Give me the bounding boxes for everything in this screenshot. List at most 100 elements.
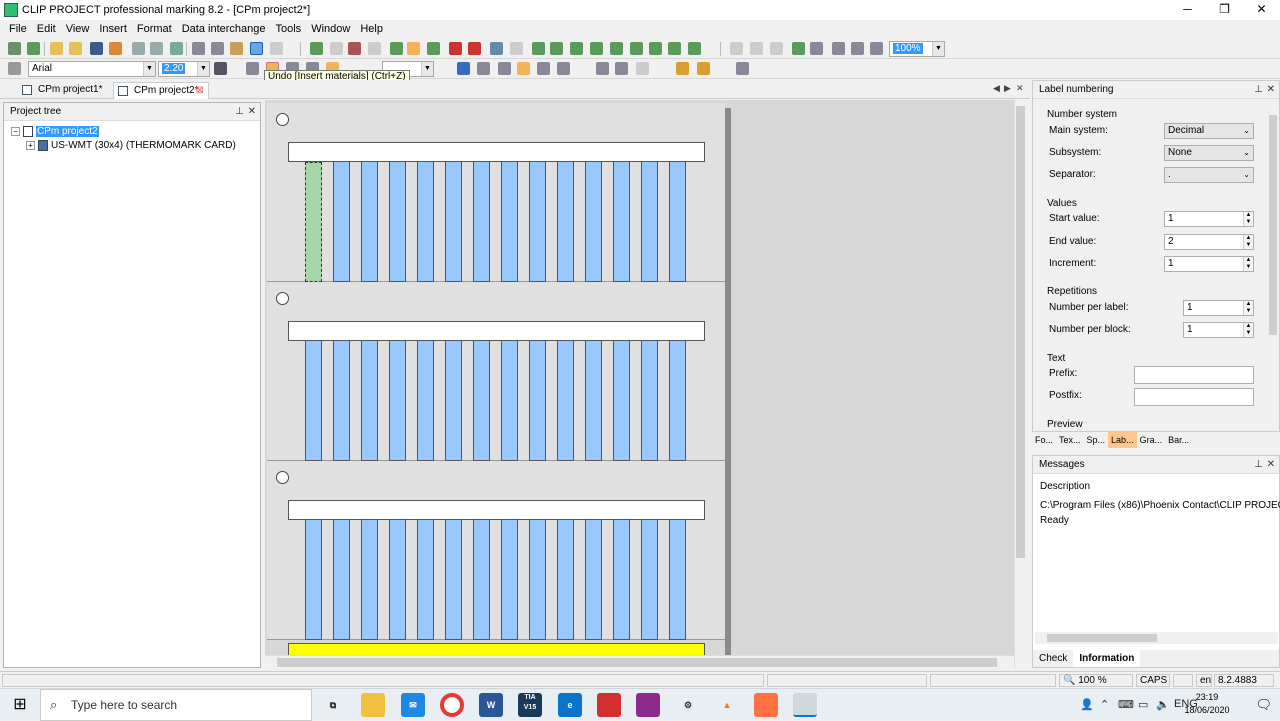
plot-icon[interactable]: [132, 42, 145, 55]
task-view-icon[interactable]: ⧉: [321, 693, 345, 717]
marker-strip[interactable]: [669, 341, 686, 461]
tia-portal-icon[interactable]: TIA V15: [518, 693, 542, 717]
marker-strip[interactable]: [333, 520, 350, 640]
end-value-input[interactable]: 2 ▲ ▼: [1164, 234, 1254, 250]
numbering-icon[interactable]: [407, 42, 420, 55]
tab-check[interactable]: Check: [1033, 650, 1073, 667]
font-size-select[interactable]: 2.20 ▼: [158, 61, 210, 77]
network-icon[interactable]: ⌨: [1118, 698, 1134, 711]
marker-strip[interactable]: [669, 520, 686, 640]
tool5-icon[interactable]: [688, 42, 701, 55]
spinner-icon[interactable]: ▲ ▼: [1243, 235, 1253, 249]
collapse-icon[interactable]: −: [11, 126, 20, 136]
marker-strip[interactable]: [333, 162, 350, 282]
insert-material-icon[interactable]: [310, 42, 323, 55]
new-card-icon[interactable]: [27, 42, 40, 55]
taskbar-search[interactable]: ⌕ Type here to search: [40, 689, 312, 721]
grid2-icon[interactable]: [750, 42, 763, 55]
separator-select[interactable]: . ⌄: [1164, 167, 1254, 183]
pin-icon[interactable]: ⊥: [235, 103, 244, 121]
marking-card[interactable]: [267, 461, 725, 640]
marker-strip[interactable]: [473, 162, 490, 282]
palette-icon[interactable]: [697, 62, 710, 75]
menu-file[interactable]: File: [4, 23, 32, 35]
marker-strip[interactable]: [501, 520, 518, 640]
grid3-icon[interactable]: [770, 42, 783, 55]
marking-card[interactable]: [267, 103, 725, 282]
tab-cpm-project2[interactable]: CPm project2* ⊠: [113, 82, 209, 99]
marker-strip[interactable]: [305, 341, 322, 461]
spinner-icon[interactable]: ▲ ▼: [1243, 212, 1253, 226]
paste-icon[interactable]: [230, 42, 243, 55]
zoom-out-icon[interactable]: [851, 42, 864, 55]
tab-cpm-project1[interactable]: CPm project1*: [18, 82, 110, 99]
numbering-tool-icon[interactable]: [517, 62, 530, 75]
close-icon[interactable]: ✕: [1267, 456, 1275, 474]
refresh-icon[interactable]: [390, 42, 403, 55]
marker-strip[interactable]: [501, 162, 518, 282]
rotate-text-icon[interactable]: [477, 62, 490, 75]
marker-strip[interactable]: [445, 162, 462, 282]
close-icon[interactable]: ✕: [1267, 81, 1275, 99]
settings-icon[interactable]: [676, 62, 689, 75]
cut-icon[interactable]: [192, 42, 205, 55]
tool4-icon[interactable]: [668, 42, 681, 55]
menu-tools[interactable]: Tools: [271, 23, 307, 35]
layout2-icon[interactable]: [550, 42, 563, 55]
marker-strip[interactable]: [613, 520, 630, 640]
marker-strip[interactable]: [389, 341, 406, 461]
spinner-icon[interactable]: ▲ ▼: [1243, 301, 1253, 315]
print-icon[interactable]: [109, 42, 122, 55]
tab-label-numbering[interactable]: Lab...: [1108, 432, 1137, 448]
prefix-input[interactable]: [1134, 366, 1254, 384]
marker-strip[interactable]: [557, 341, 574, 461]
menu-data-interchange[interactable]: Data interchange: [177, 23, 271, 35]
clip-project-icon[interactable]: [793, 693, 817, 717]
menu-help[interactable]: Help: [355, 23, 388, 35]
marker-strip[interactable]: [473, 341, 490, 461]
delete-all-icon[interactable]: [468, 42, 481, 55]
check-icon[interactable]: [170, 42, 183, 55]
marker-strip[interactable]: [557, 520, 574, 640]
tool1-icon[interactable]: [610, 42, 623, 55]
main-system-select[interactable]: Decimal ⌄: [1164, 123, 1254, 139]
marker-strip[interactable]: [641, 162, 658, 282]
tree-root[interactable]: − CPm project2: [11, 125, 99, 138]
app-icon[interactable]: [636, 693, 660, 717]
marker-strip[interactable]: [333, 341, 350, 461]
material-icon[interactable]: [348, 42, 361, 55]
align-left-icon[interactable]: [246, 62, 259, 75]
font-select[interactable]: Arial ▼: [28, 61, 156, 77]
fill-icon[interactable]: [736, 62, 749, 75]
tab-close-all-icon[interactable]: ✕: [1016, 83, 1024, 94]
zoom-fit-icon[interactable]: [792, 42, 805, 55]
tree-card[interactable]: + US-WMT (30x4) (THERMOMARK CARD): [26, 139, 236, 152]
chevron-up-icon[interactable]: ⌃: [1100, 698, 1109, 711]
marker-strip[interactable]: [557, 162, 574, 282]
minimize-button[interactable]: ─: [1169, 0, 1206, 20]
font-icon[interactable]: [457, 62, 470, 75]
subsystem-select[interactable]: None ⌄: [1164, 145, 1254, 161]
marker-strip[interactable]: [585, 162, 602, 282]
marker-strip[interactable]: [361, 341, 378, 461]
new-project-icon[interactable]: [8, 42, 21, 55]
start-button[interactable]: ⊞: [0, 689, 40, 721]
zoom-window-icon[interactable]: [870, 42, 883, 55]
open-folder-icon[interactable]: [69, 42, 82, 55]
zoom-in-icon[interactable]: [832, 42, 845, 55]
rotate-right-icon[interactable]: [615, 62, 628, 75]
count-icon[interactable]: [427, 42, 440, 55]
marker-strip[interactable]: [641, 341, 658, 461]
notification-icon[interactable]: 🗨: [1255, 697, 1272, 713]
tab-prev-icon[interactable]: ◀: [993, 83, 1000, 94]
menu-edit[interactable]: Edit: [32, 23, 61, 35]
tab-font[interactable]: Fo...: [1032, 432, 1056, 448]
zoom-select[interactable]: 100% ▼: [889, 41, 945, 57]
marker-strip[interactable]: [445, 520, 462, 640]
text-color-icon[interactable]: [214, 62, 227, 75]
pointer-icon[interactable]: [8, 62, 21, 75]
marker-strip[interactable]: [473, 520, 490, 640]
card-header-label[interactable]: [288, 500, 705, 520]
increment-input[interactable]: 1 ▲ ▼: [1164, 256, 1254, 272]
photo-app-icon[interactable]: [754, 693, 778, 717]
